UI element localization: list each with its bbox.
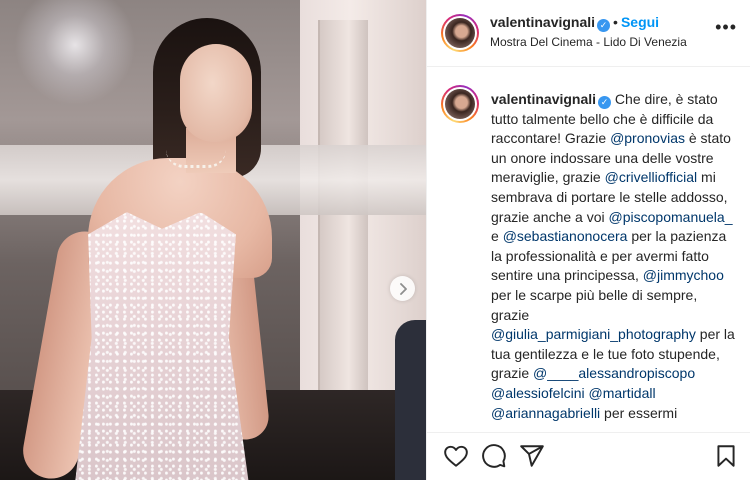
verified-badge-icon: ✓ (597, 19, 611, 32)
mention-link[interactable]: @piscopomanuela_ (609, 209, 733, 225)
photo-subject-dress (74, 212, 250, 480)
author-avatar[interactable] (441, 14, 479, 52)
mention-link[interactable]: @alessiofelcini (491, 385, 585, 401)
next-photo-button[interactable] (390, 276, 415, 301)
caption-author-username[interactable]: valentinavignali (491, 91, 596, 107)
mention-link[interactable]: @sebastianonocera (503, 228, 628, 244)
chevron-right-icon (399, 282, 407, 295)
mention-link[interactable]: @crivelliofficial (605, 169, 698, 185)
separator-dot: • (613, 14, 618, 30)
post-side-panel: valentinavignali ✓ • Segui Mostra Del Cinem… (426, 0, 750, 480)
more-options-icon[interactable]: ••• (715, 18, 737, 36)
mention-link[interactable]: @giulia_parmigiani_photography (491, 326, 696, 342)
caption-text-segment: per le scarpe più belle di sempre, grazi… (491, 286, 698, 323)
post-photo[interactable] (0, 0, 426, 480)
bookmark-icon[interactable] (713, 443, 739, 469)
caption-text-segment: per essermi (600, 404, 678, 421)
mention-link[interactable]: @jimmychoo (643, 267, 724, 283)
caption-author-avatar[interactable] (441, 85, 479, 123)
caption-text-segment: e (491, 228, 503, 245)
heart-icon[interactable] (443, 443, 469, 469)
mention-link[interactable]: @____alessandropiscopo (533, 365, 695, 381)
comment-icon[interactable] (481, 443, 507, 469)
mention-link[interactable]: @pronovias (610, 130, 685, 146)
photo-subject-necklace (166, 150, 226, 168)
share-icon[interactable] (519, 443, 545, 469)
verified-badge-icon: ✓ (598, 96, 612, 110)
post-location[interactable]: Mostra Del Cinema - Lido Di Venezia (490, 35, 687, 49)
post-actions-bar (427, 432, 750, 480)
post-caption: valentinavignali ✓ Che dire, è stato tutt… (427, 68, 750, 432)
follow-button[interactable]: Segui (621, 14, 659, 30)
photo-subject-face (180, 44, 252, 142)
caption-text: valentinavignali ✓ Che dire, è stato tutt… (491, 90, 737, 423)
mention-link[interactable]: @ariannagabrielli (491, 405, 600, 421)
post-header: valentinavignali ✓ • Segui Mostra Del Cinem… (427, 0, 750, 67)
mention-link[interactable]: @martidall (588, 385, 655, 401)
author-username[interactable]: valentinavignali (490, 14, 595, 30)
photo-background-person (395, 320, 426, 480)
